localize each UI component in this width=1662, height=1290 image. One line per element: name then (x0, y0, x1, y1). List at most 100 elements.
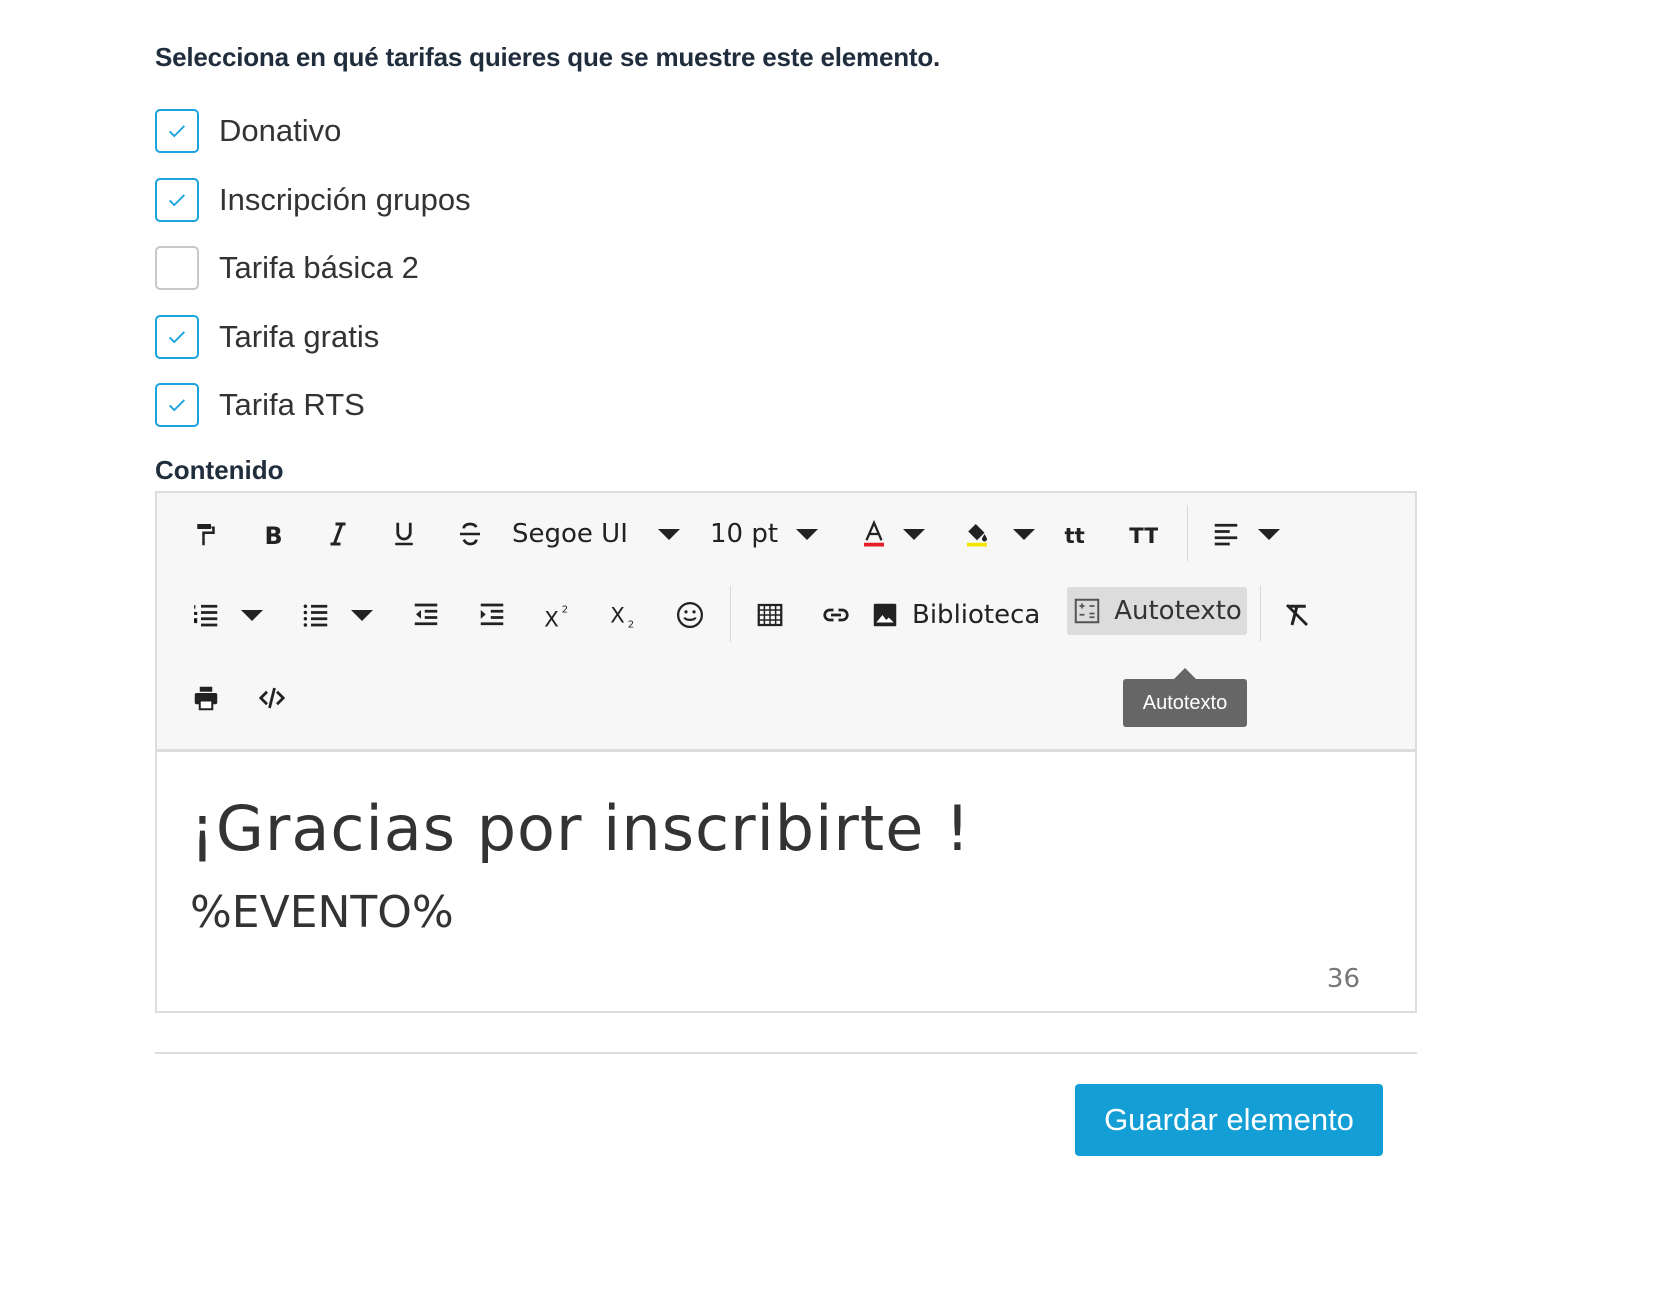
superscript-button[interactable]: X2 (536, 593, 580, 637)
tariff-label: Tarifa gratis (219, 319, 380, 354)
chevron-down-icon (1013, 528, 1035, 540)
font-size-dropdown[interactable]: 10 pt (710, 512, 819, 556)
subscript-icon: X2 (610, 604, 634, 631)
svg-text:tt: tt (1065, 524, 1085, 549)
check-icon (169, 125, 185, 138)
font-color-button[interactable] (852, 512, 896, 556)
print-button[interactable] (184, 676, 228, 720)
svg-text:X: X (544, 607, 559, 630)
image-library-button[interactable]: Biblioteca (870, 593, 1040, 637)
strikethrough-button[interactable] (448, 512, 492, 556)
lowercase-button[interactable]: tt (1055, 512, 1099, 556)
autotext-icon (1074, 598, 1100, 624)
editor-content-area[interactable]: ¡Gracias por inscribirte ! %EVENTO% 36 (157, 752, 1415, 1011)
underline-button[interactable] (382, 512, 426, 556)
image-icon (873, 603, 897, 627)
tariff-option-tarifa-basica-2[interactable]: Tarifa básica 2 (155, 243, 419, 293)
checkbox-inscripcion-grupos[interactable] (155, 178, 199, 222)
table-icon (757, 603, 783, 627)
rich-text-editor: B Segoe UI 10 pt tt TT X 2 X 2 Bibliotec… (155, 491, 1417, 1013)
tariff-question: Selecciona en qué tarifas quieres que se… (155, 42, 941, 72)
bold-button[interactable]: B (250, 512, 294, 556)
superscript-icon: X2 (544, 605, 568, 631)
toolbar-separator (1260, 586, 1261, 642)
content-event-token: %EVENTO% (190, 887, 454, 938)
toolbar-separator (1187, 505, 1188, 561)
svg-text:TT: TT (1129, 524, 1158, 549)
svg-text:2: 2 (628, 620, 634, 631)
link-icon (823, 608, 849, 622)
checkbox-tarifa-rts[interactable] (155, 383, 199, 427)
tariff-option-inscripcion-grupos[interactable]: Inscripción grupos (155, 175, 471, 225)
insert-table-button[interactable] (748, 593, 792, 637)
chevron-down-icon (1258, 528, 1280, 540)
font-size-value: 10 pt (710, 519, 779, 549)
chevron-down-icon (796, 528, 819, 540)
italic-button[interactable] (316, 512, 360, 556)
code-view-button[interactable] (250, 676, 294, 720)
format-painter-button[interactable] (184, 512, 228, 556)
chevron-down-icon (903, 528, 925, 540)
checkbox-tarifa-gratis[interactable] (155, 315, 199, 359)
tariff-label: Tarifa básica 2 (219, 250, 419, 285)
content-heading: ¡Gracias por inscribirte ! (190, 792, 971, 865)
form-divider (155, 1052, 1417, 1054)
toolbar-separator (730, 586, 731, 642)
tariff-option-tarifa-rts[interactable]: Tarifa RTS (155, 380, 365, 430)
background-color-button[interactable] (955, 512, 999, 556)
font-family-dropdown[interactable]: Segoe UI (512, 512, 680, 556)
outdent-button[interactable] (404, 593, 448, 637)
svg-text:2: 2 (562, 605, 568, 616)
check-icon (169, 399, 185, 412)
font-color-icon (864, 519, 884, 547)
checkbox-donativo[interactable] (155, 109, 199, 153)
svg-text:B: B (265, 522, 283, 549)
tariff-option-tarifa-gratis[interactable]: Tarifa gratis (155, 312, 379, 362)
uppercase-button[interactable]: TT (1121, 512, 1165, 556)
bullet-list-button[interactable] (294, 593, 338, 637)
paint-bucket-icon (967, 524, 987, 547)
tariff-option-donativo[interactable]: Donativo (155, 106, 341, 156)
ordered-list-button[interactable] (184, 593, 228, 637)
save-element-button[interactable]: Guardar elemento (1075, 1084, 1383, 1156)
chevron-down-icon (351, 609, 373, 621)
clear-format-icon (1286, 604, 1308, 626)
tariff-label: Tarifa RTS (219, 387, 365, 422)
subscript-button[interactable]: X2 (602, 593, 646, 637)
autotext-button[interactable]: Autotexto (1067, 587, 1247, 635)
content-label: Contenido (155, 455, 284, 485)
font-color-dropdown[interactable] (899, 512, 929, 556)
smiley-icon (677, 602, 703, 628)
background-color-dropdown[interactable] (1009, 512, 1039, 556)
svg-text:X: X (610, 604, 625, 629)
ordered-list-icon (194, 604, 218, 627)
text-lowercase-icon: tt (1065, 524, 1085, 549)
tariff-label: Inscripción grupos (219, 182, 471, 217)
ordered-list-dropdown[interactable] (237, 593, 267, 637)
indent-icon (480, 603, 504, 626)
bullet-list-dropdown[interactable] (347, 593, 377, 637)
strikethrough-icon (460, 522, 480, 546)
editor-toolbar: B Segoe UI 10 pt tt TT X 2 X 2 Bibliotec… (157, 493, 1415, 752)
indent-button[interactable] (470, 593, 514, 637)
library-label: Biblioteca (912, 600, 1041, 630)
check-icon (169, 194, 185, 207)
character-count: 36 (1326, 964, 1360, 994)
font-family-value: Segoe UI (512, 519, 628, 549)
check-icon (169, 331, 185, 344)
autotext-label: Autotexto (1114, 596, 1242, 626)
outdent-icon (414, 603, 438, 626)
align-left-icon (1214, 523, 1238, 546)
bold-icon: B (265, 522, 283, 549)
print-icon (194, 686, 218, 711)
align-button[interactable] (1204, 512, 1248, 556)
insert-link-button[interactable] (814, 593, 858, 637)
checkbox-tarifa-basica-2[interactable] (155, 246, 199, 290)
emoji-button[interactable] (668, 593, 712, 637)
autotext-tooltip: Autotexto (1123, 668, 1247, 727)
italic-icon (330, 522, 346, 546)
align-dropdown[interactable] (1254, 512, 1284, 556)
text-uppercase-icon: TT (1129, 524, 1158, 549)
clear-formatting-button[interactable] (1275, 593, 1319, 637)
chevron-down-icon (657, 528, 680, 540)
